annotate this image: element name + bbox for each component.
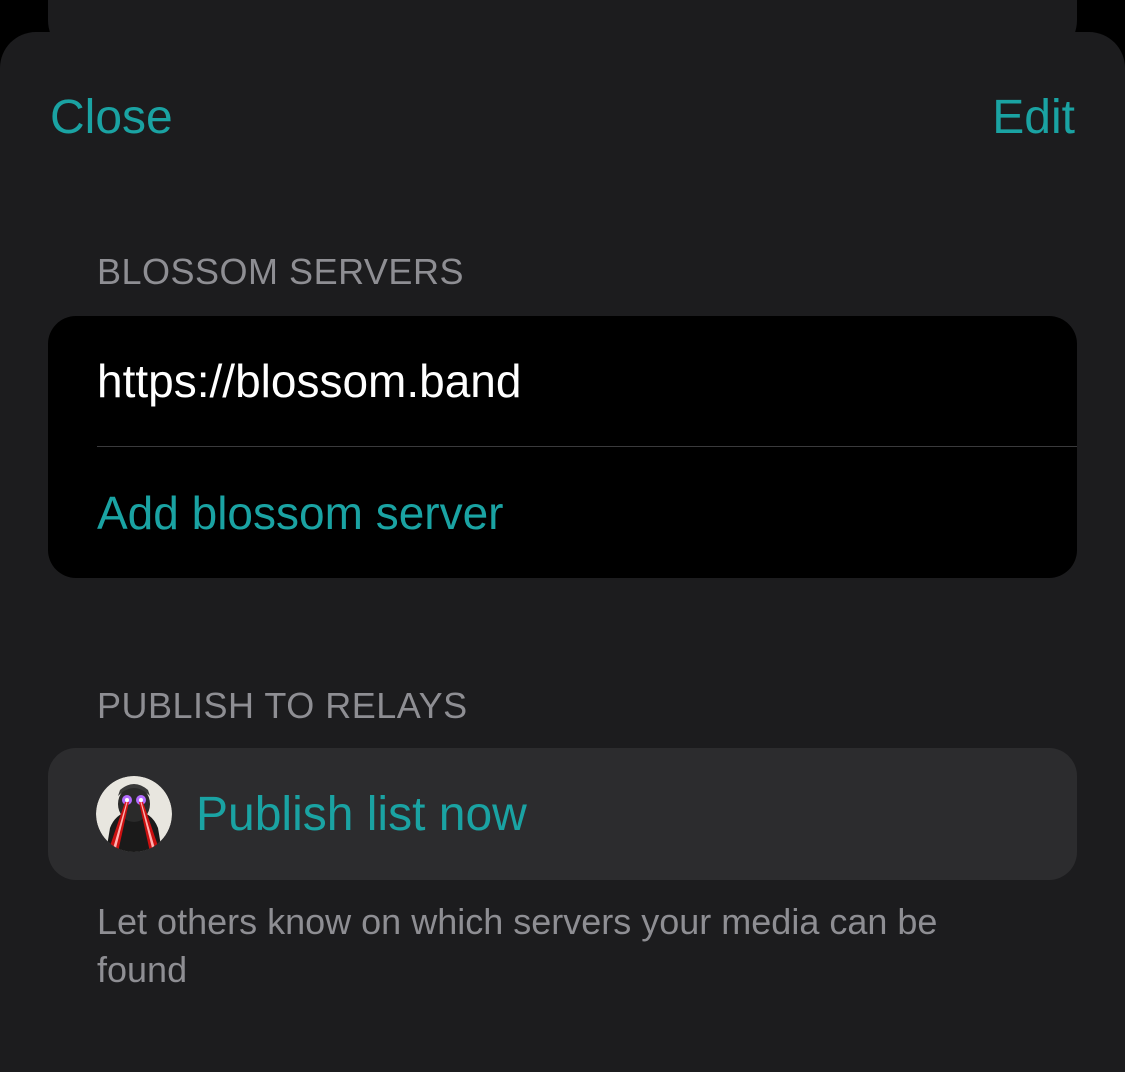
close-button[interactable]: Close (50, 90, 173, 146)
server-url: https://blossom.band (97, 355, 522, 407)
blossom-settings-sheet: Close Edit BLOSSOM SERVERS https://bloss… (0, 32, 1125, 1072)
edit-button[interactable]: Edit (992, 90, 1075, 146)
add-blossom-server-label: Add blossom server (97, 486, 504, 539)
add-blossom-server-button[interactable]: Add blossom server (97, 447, 1077, 578)
publish-footer-description: Let others know on which servers your me… (97, 901, 938, 990)
blossom-servers-list: https://blossom.band Add blossom server (48, 316, 1077, 578)
user-avatar-icon (96, 776, 172, 852)
blossom-servers-header: BLOSSOM SERVERS (97, 251, 464, 292)
publish-list-label: Publish list now (196, 787, 527, 841)
publish-list-button[interactable]: Publish list now (48, 748, 1077, 880)
publish-to-relays-header: PUBLISH TO RELAYS (97, 685, 468, 726)
server-row[interactable]: https://blossom.band (97, 316, 1077, 446)
